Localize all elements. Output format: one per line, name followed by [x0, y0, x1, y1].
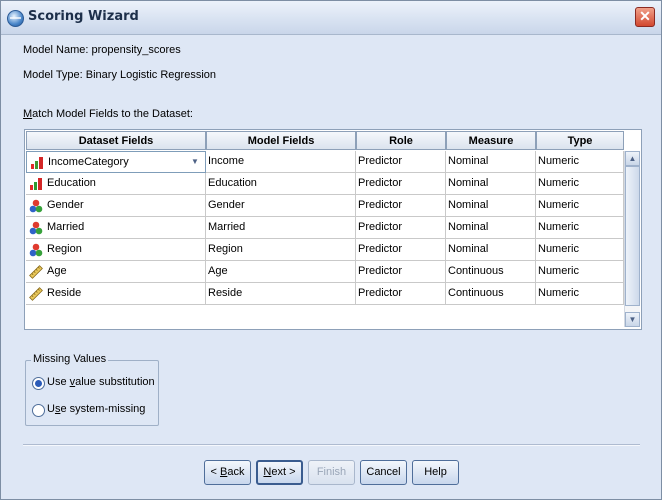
dataset-field-cell[interactable]: Region	[26, 239, 206, 261]
type-cell: Numeric	[536, 239, 624, 261]
type-cell: Numeric	[536, 151, 624, 173]
measure-cell: Continuous	[446, 283, 536, 305]
match-mnemonic: M	[23, 108, 33, 120]
model-field-cell: Married	[206, 217, 356, 239]
ordinal-bar-icon	[31, 157, 43, 169]
dataset-field-value: Education	[47, 177, 96, 189]
missing-values-group: Missing Values Use value substitution Us…	[25, 353, 159, 426]
match-fields-label: Match Model Fields to the Dataset:	[23, 108, 193, 120]
header-dataset-fields[interactable]: Dataset Fields	[26, 131, 206, 150]
next-arrow: >	[289, 466, 296, 478]
measure-cell: Nominal	[446, 173, 536, 195]
role-cell: Predictor	[356, 283, 446, 305]
model-field-cell: Education	[206, 173, 356, 195]
dataset-field-cell[interactable]: Age	[26, 261, 206, 283]
model-field-cell: Reside	[206, 283, 356, 305]
dataset-field-cell[interactable]: Married	[26, 217, 206, 239]
scroll-up-button[interactable]: ▲	[625, 151, 640, 166]
nominal-circles-icon	[29, 243, 43, 257]
close-button[interactable]: ✕	[635, 7, 655, 27]
dataset-field-value: Region	[47, 243, 82, 255]
use-system-missing-radio[interactable]	[32, 404, 45, 417]
type-cell: Numeric	[536, 195, 624, 217]
use-value-substitution-radio[interactable]	[32, 377, 45, 390]
finish-button[interactable]: Finish	[308, 460, 355, 485]
measure-cell: Nominal	[446, 195, 536, 217]
scale-ruler-icon	[29, 265, 43, 279]
measure-cell: Nominal	[446, 217, 536, 239]
scale-ruler-icon	[29, 287, 43, 301]
table-row[interactable]: Gender Gender Predictor Nominal Numeric	[26, 195, 624, 217]
help-button[interactable]: Help	[412, 460, 459, 485]
divider	[23, 444, 640, 446]
type-cell: Numeric	[536, 173, 624, 195]
header-measure[interactable]: Measure	[446, 131, 536, 150]
option1-text-pre: Use	[47, 376, 70, 388]
model-field-cell: Gender	[206, 195, 356, 217]
vertical-scrollbar[interactable]: ▲ ▼	[624, 151, 640, 327]
nominal-circles-icon	[29, 221, 43, 235]
scoring-wizard-window: Scoring Wizard ✕ Model Name: propensity_…	[0, 0, 662, 500]
table-row[interactable]: Region Region Predictor Nominal Numeric	[26, 239, 624, 261]
window-title: Scoring Wizard	[28, 9, 139, 24]
role-cell: Predictor	[356, 195, 446, 217]
dataset-field-dropdown[interactable]: IncomeCategory ▼	[26, 151, 206, 173]
table-row[interactable]: IncomeCategory ▼ Income Predictor Nomina…	[26, 151, 624, 173]
title-bar[interactable]: Scoring Wizard ✕	[1, 1, 661, 35]
type-cell: Numeric	[536, 261, 624, 283]
model-name-label: Model Name: propensity_scores	[23, 44, 181, 56]
option2-text-pre: U	[47, 403, 55, 415]
measure-cell: Nominal	[446, 239, 536, 261]
scroll-down-button[interactable]: ▼	[625, 312, 640, 327]
model-field-cell: Region	[206, 239, 356, 261]
model-field-cell: Age	[206, 261, 356, 283]
model-type-label: Model Type: Binary Logistic Regression	[23, 69, 217, 81]
nominal-circles-icon	[29, 199, 43, 213]
dataset-field-value: Reside	[47, 287, 82, 299]
role-cell: Predictor	[356, 217, 446, 239]
table-row[interactable]: Education Education Predictor Nominal Nu…	[26, 173, 624, 195]
next-button[interactable]: Next >	[256, 460, 303, 485]
dataset-field-value: Gender	[47, 199, 84, 211]
back-label: ack	[227, 466, 245, 478]
dataset-field-value: Age	[47, 265, 67, 277]
role-cell: Predictor	[356, 261, 446, 283]
dataset-field-value: IncomeCategory	[48, 156, 129, 168]
option1-text-post: alue substitution	[75, 376, 155, 388]
option2-text-post: e system-missing	[60, 403, 146, 415]
type-cell: Numeric	[536, 283, 624, 305]
back-button[interactable]: < Back	[204, 460, 251, 485]
table-row[interactable]: Reside Reside Predictor Continuous Numer…	[26, 283, 624, 305]
role-cell: Predictor	[356, 239, 446, 261]
type-cell: Numeric	[536, 217, 624, 239]
match-label-rest: atch Model Fields to the Dataset:	[32, 108, 193, 120]
table-row[interactable]: Married Married Predictor Nominal Numeri…	[26, 217, 624, 239]
use-system-missing-label[interactable]: Use system-missing	[47, 403, 145, 415]
missing-values-title: Missing Values	[31, 353, 109, 365]
app-globe-icon	[7, 10, 24, 27]
table-row[interactable]: Age Age Predictor Continuous Numeric	[26, 261, 624, 283]
dataset-field-cell[interactable]: Reside	[26, 283, 206, 305]
header-model-fields[interactable]: Model Fields	[206, 131, 356, 150]
chevron-down-icon[interactable]: ▼	[187, 154, 203, 170]
dataset-field-value: Married	[47, 221, 85, 233]
scroll-thumb[interactable]	[625, 166, 640, 306]
model-field-cell: Income	[206, 151, 356, 173]
field-matching-table: Dataset Fields Model Fields Role Measure…	[24, 129, 642, 330]
role-cell: Predictor	[356, 151, 446, 173]
back-arrow: <	[210, 466, 217, 478]
role-cell: Predictor	[356, 173, 446, 195]
dataset-field-cell[interactable]: Gender	[26, 195, 206, 217]
dataset-field-cell[interactable]: Education	[26, 173, 206, 195]
measure-cell: Continuous	[446, 261, 536, 283]
next-label: ext	[271, 466, 287, 478]
use-value-substitution-label[interactable]: Use value substitution	[47, 376, 155, 388]
cancel-button[interactable]: Cancel	[360, 460, 407, 485]
measure-cell: Nominal	[446, 151, 536, 173]
ordinal-bar-icon	[30, 178, 42, 190]
header-role[interactable]: Role	[356, 131, 446, 150]
header-type[interactable]: Type	[536, 131, 624, 150]
